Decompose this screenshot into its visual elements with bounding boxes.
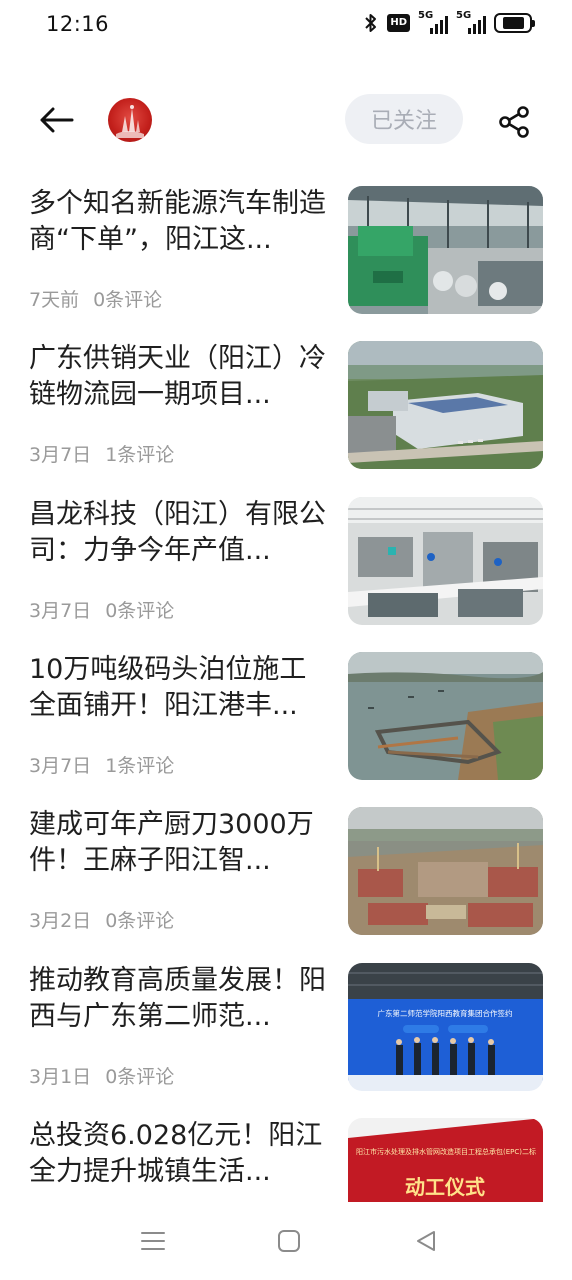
news-comment-count: 1条评论 xyxy=(105,444,175,466)
news-thumbnail-construction-site xyxy=(348,807,543,935)
news-meta: 3月2日 0条评论 xyxy=(29,906,174,933)
news-comment-count: 0条评论 xyxy=(93,289,163,311)
share-icon xyxy=(499,106,529,138)
news-title: 广东供销天业（阳江）冷链物流园一期项目... xyxy=(29,343,326,410)
news-item[interactable]: 总投资6.028亿元！阳江全力提升城镇生活... 阳江市污水处理及排水管网改造项… xyxy=(0,1118,572,1202)
home-button[interactable] xyxy=(274,1226,304,1256)
news-item[interactable]: 昌龙科技（阳江）有限公司：力争今年产值... 3月7日 0条评论 xyxy=(0,497,572,625)
news-meta: 3月7日 1条评论 xyxy=(29,440,174,467)
news-list: 多个知名新能源汽车制造商“下单”，阳江这... 7天前 0条评论 广东供销天业（… xyxy=(0,186,572,1202)
home-square-icon xyxy=(278,1230,300,1252)
status-icons: HD 5G 5G xyxy=(363,10,535,34)
news-comment-count: 0条评论 xyxy=(105,1066,175,1088)
news-item[interactable]: 10万吨级码头泊位施工全面铺开！阳江港丰... 3月7日 1条评论 xyxy=(0,652,572,780)
news-date: 3月7日 xyxy=(29,600,92,622)
news-title: 10万吨级码头泊位施工全面铺开！阳江港丰... xyxy=(29,654,307,721)
system-back-button[interactable] xyxy=(411,1226,441,1256)
back-button[interactable] xyxy=(36,100,76,140)
system-nav-bar xyxy=(0,1202,572,1280)
bluetooth-icon xyxy=(363,13,379,33)
news-thumbnail-groundbreaking-banner: 阳江市污水处理及排水管网改造项目工程总承包(EPC)二标 动工仪式 xyxy=(348,1118,543,1202)
signing-banner-text: 广东第二师范学院阳西教育集团合作签约 xyxy=(378,1008,513,1018)
news-thumbnail-production-line xyxy=(348,497,543,625)
battery-fill xyxy=(502,17,524,29)
news-date: 7天前 xyxy=(29,289,80,311)
news-date: 3月2日 xyxy=(29,910,92,932)
recent-apps-button[interactable] xyxy=(138,1226,168,1256)
news-date: 3月7日 xyxy=(29,755,92,777)
follow-button[interactable]: 已关注 xyxy=(345,94,463,144)
header: 已关注 xyxy=(0,88,572,152)
news-item[interactable]: 建成可年产厨刀3000万件！王麻子阳江智... 3月2日 0条评论 xyxy=(0,807,572,935)
battery-icon xyxy=(494,13,535,33)
news-title: 推动教育高质量发展！阳西与广东第二师范... xyxy=(29,965,326,1032)
back-triangle-icon xyxy=(417,1231,435,1251)
news-item[interactable]: 广东供销天业（阳江）冷链物流园一期项目... 3月7日 1条评论 xyxy=(0,341,572,469)
5g-signal-icon: 5G xyxy=(418,10,448,34)
news-title: 建成可年产厨刀3000万件！王麻子阳江智... xyxy=(29,809,314,876)
news-thumbnail-factory-hall xyxy=(348,186,543,314)
hd-voice-icon: HD xyxy=(387,14,410,32)
news-thumbnail-port-construction xyxy=(348,652,543,780)
share-button[interactable] xyxy=(494,102,534,142)
news-comment-count: 0条评论 xyxy=(105,600,175,622)
publisher-emblem-icon xyxy=(116,105,144,138)
news-title: 多个知名新能源汽车制造商“下单”，阳江这... xyxy=(29,188,326,255)
arrow-left-icon xyxy=(40,107,74,133)
ground-banner-subtitle: 阳江市污水处理及排水管网改造项目工程总承包(EPC)二标 xyxy=(356,1147,536,1156)
news-date: 3月7日 xyxy=(29,444,92,466)
news-comment-count: 1条评论 xyxy=(105,755,175,777)
news-meta: 7天前 0条评论 xyxy=(29,285,162,312)
news-title: 总投资6.028亿元！阳江全力提升城镇生活... xyxy=(29,1120,323,1187)
news-meta: 3月1日 0条评论 xyxy=(29,1062,174,1089)
menu-icon xyxy=(141,1232,165,1250)
news-thumbnail-logistics-park xyxy=(348,341,543,469)
news-meta: 3月7日 0条评论 xyxy=(29,596,174,623)
status-bar: 12:16 HD 5G 5G xyxy=(0,0,572,52)
publisher-logo[interactable] xyxy=(108,98,152,142)
news-date: 3月1日 xyxy=(29,1066,92,1088)
news-thumbnail-signing-ceremony: 广东第二师范学院阳西教育集团合作签约 xyxy=(348,963,543,1091)
news-item[interactable]: 多个知名新能源汽车制造商“下单”，阳江这... 7天前 0条评论 xyxy=(0,186,572,314)
news-meta: 3月7日 1条评论 xyxy=(29,751,174,778)
news-comment-count: 0条评论 xyxy=(105,910,175,932)
ground-banner-title: 动工仪式 xyxy=(405,1175,485,1199)
status-time: 12:16 xyxy=(46,12,110,36)
5g-signal-icon: 5G xyxy=(456,10,486,34)
news-item[interactable]: 推动教育高质量发展！阳西与广东第二师范... 3月1日 0条评论 广东第二师范学… xyxy=(0,963,572,1091)
news-title: 昌龙科技（阳江）有限公司：力争今年产值... xyxy=(29,499,326,566)
